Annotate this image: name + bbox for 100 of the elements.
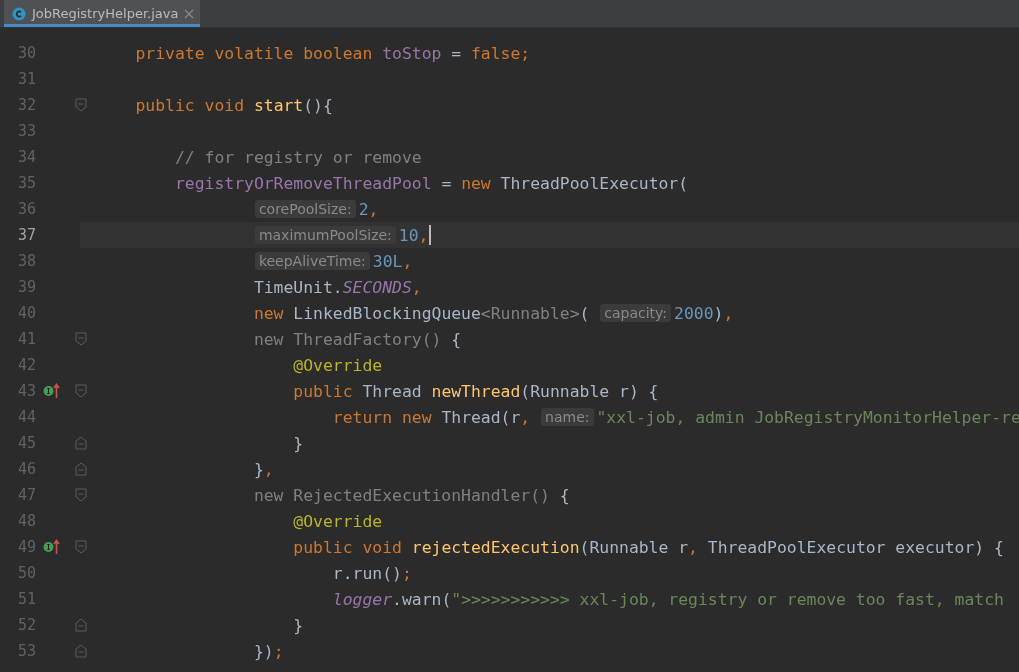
file-tab[interactable]: JobRegistryHelper.java <box>4 0 201 27</box>
code-token: (Runnable r <box>579 537 689 557</box>
line-number: 51 <box>16 590 36 608</box>
code-token: public <box>293 381 354 401</box>
fold-marker-icon[interactable] <box>75 540 87 554</box>
line-number: 42 <box>16 356 36 374</box>
parameter-hint: keepAliveTime: <box>254 252 370 270</box>
code-token: (Runnable r) { <box>520 381 659 401</box>
code-token: newThread <box>431 381 521 401</box>
code-token: 2000 <box>674 303 714 323</box>
code-token: , <box>263 459 274 479</box>
code-token: Thread <box>362 381 423 401</box>
line-number: 40 <box>16 304 36 322</box>
code-token: , <box>418 225 429 245</box>
fold-marker-icon[interactable] <box>75 436 87 450</box>
parameter-hint: capacity: <box>600 304 672 322</box>
line-number: 32 <box>16 96 36 114</box>
line-number: 37 <box>16 226 36 244</box>
code-token: new ThreadFactory() <box>253 329 443 349</box>
line-number: 52 <box>16 616 36 634</box>
line-number: 34 <box>16 148 36 166</box>
code-token: LinkedBlockingQueue <box>293 303 481 323</box>
fold-marker-icon[interactable] <box>75 98 87 112</box>
code-token: , <box>688 537 699 557</box>
parameter-hint: name: <box>541 408 594 426</box>
code-token: public void <box>293 537 403 557</box>
line-number: 31 <box>16 70 36 88</box>
code-token: ; <box>401 563 412 583</box>
code-token: 10 <box>398 225 419 245</box>
line-number: 30 <box>16 44 36 62</box>
code-token: } <box>293 615 304 635</box>
line-number: 41 <box>16 330 36 348</box>
code-token: new <box>461 173 492 193</box>
code-token: = <box>440 173 453 193</box>
implements-method-icon[interactable] <box>43 383 61 399</box>
code-token: , <box>402 251 413 271</box>
code-token: ThreadPoolExecutor executor) { <box>707 537 1004 557</box>
class-icon <box>12 6 26 21</box>
fold-marker-icon[interactable] <box>75 488 87 502</box>
text-caret <box>429 225 432 245</box>
line-number: 36 <box>16 200 36 218</box>
code-token: ; <box>273 641 284 661</box>
code-token: , <box>723 303 734 323</box>
line-number: 39 <box>16 278 36 296</box>
code-token: 30L <box>372 251 403 271</box>
code-token: @Override <box>293 355 383 375</box>
code-token: } <box>253 459 264 479</box>
code-token: { <box>451 329 462 349</box>
line-number: 50 <box>16 564 36 582</box>
code-token: 2 <box>358 199 369 219</box>
code-token: public void <box>135 95 246 115</box>
code-token: logger <box>332 589 393 609</box>
line-number: 35 <box>16 174 36 192</box>
code-token: start <box>253 95 304 115</box>
code-token: return new <box>332 407 433 427</box>
line-number: 49 <box>16 538 36 556</box>
code-token: }) <box>253 641 274 661</box>
code-token: toStop <box>382 43 442 63</box>
code-token: private volatile boolean <box>135 43 374 63</box>
line-number: 33 <box>16 122 36 140</box>
code-token: r.run() <box>332 563 402 583</box>
code-token: (){ <box>303 95 333 115</box>
string-literal: ">>>>>>>>>>> xxl-job, registry or remove too fast, match <box>451 589 1004 609</box>
fold-marker-icon[interactable] <box>75 644 87 658</box>
string-literal: "xxl-job, admin JobRegistryMonitorHelper-re <box>596 407 1019 427</box>
code-token: ) <box>713 303 724 323</box>
code-token: SECONDS <box>342 277 412 297</box>
parameter-hint: maximumPoolSize: <box>254 226 396 244</box>
code-token: { <box>559 485 570 505</box>
implements-method-icon[interactable] <box>43 539 61 555</box>
fold-marker-icon[interactable] <box>75 462 87 476</box>
code-token: @Override <box>293 511 383 531</box>
line-number: 43 <box>16 382 36 400</box>
code-token: ThreadPoolExecutor( <box>500 173 689 193</box>
code-token: ( <box>579 303 590 323</box>
code-token: Thread(r <box>441 407 521 427</box>
code-token: new RejectedExecutionHandler() <box>253 485 551 505</box>
line-number: 53 <box>16 642 36 660</box>
line-number: 45 <box>16 434 36 452</box>
fold-marker-icon[interactable] <box>75 332 87 346</box>
code-token: false; <box>471 43 531 63</box>
line-number: 38 <box>16 252 36 270</box>
fold-marker-icon[interactable] <box>75 618 87 632</box>
line-number: 48 <box>16 512 36 530</box>
code-token: <Runnable> <box>480 303 580 323</box>
code-token: new <box>253 303 285 323</box>
code-token: , <box>411 277 422 297</box>
code-token: , <box>368 199 379 219</box>
code-token: .warn( <box>392 589 452 609</box>
code-token: rejectedExecution <box>411 537 580 557</box>
line-number: 44 <box>16 408 36 426</box>
fold-marker-icon[interactable] <box>75 384 87 398</box>
code-token: } <box>293 433 304 453</box>
code-token: registryOrRemoveThreadPool <box>174 173 432 193</box>
code-token: , <box>520 407 531 427</box>
code-token: TimeUnit. <box>253 277 343 297</box>
code-token: = <box>450 43 463 63</box>
line-number: 46 <box>16 460 36 478</box>
code-comment: // for registry or remove <box>174 147 422 167</box>
close-icon[interactable] <box>184 8 195 19</box>
